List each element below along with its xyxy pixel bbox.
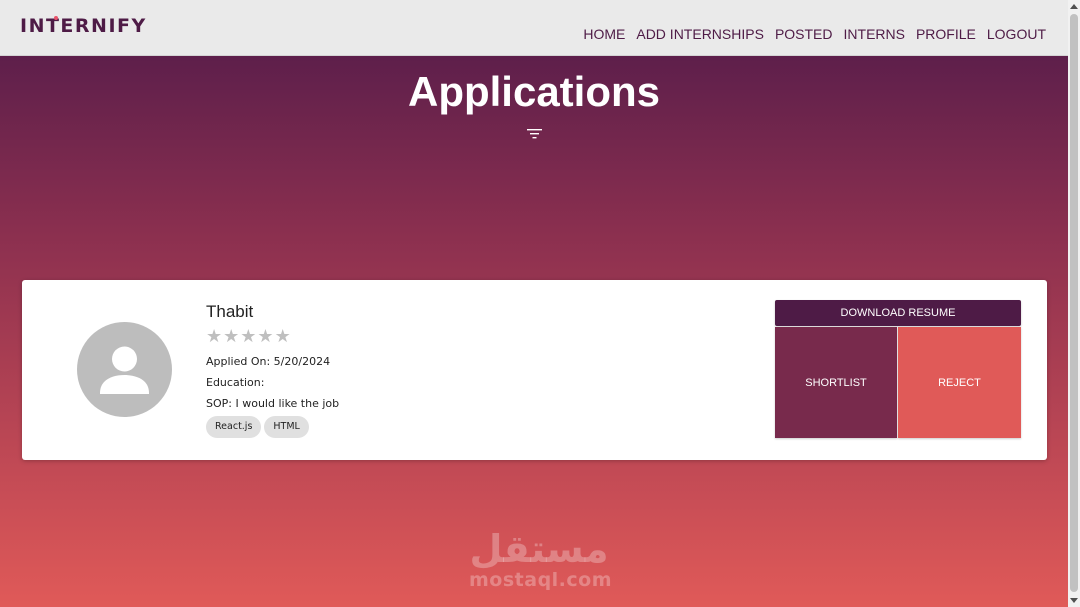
scroll-down-arrow-icon[interactable] xyxy=(1070,598,1078,603)
education: Education: xyxy=(206,376,265,389)
star-icon[interactable]: ★ xyxy=(275,328,291,346)
star-icon[interactable]: ★ xyxy=(223,328,239,346)
watermark-arabic: مستقل xyxy=(469,527,609,571)
applicant-name: Thabit xyxy=(206,302,254,321)
logo[interactable]: INTERNIFY xyxy=(20,15,147,37)
page: INTERNIFY HOME ADD INTERNSHIPS POSTED IN… xyxy=(0,0,1068,607)
sop: SOP: I would like the job xyxy=(206,397,340,410)
logo-accent-dot xyxy=(54,16,58,20)
reject-button[interactable]: REJECT xyxy=(898,327,1021,438)
applied-on: Applied On: 5/20/2024 xyxy=(206,355,331,368)
application-card: Thabit ★ ★ ★ ★ ★ Applied On: 5/20/2024 E… xyxy=(22,280,1047,460)
download-resume-button[interactable]: DOWNLOAD RESUME xyxy=(775,300,1021,326)
shortlist-button[interactable]: SHORTLIST xyxy=(775,327,897,438)
scroll-thumb[interactable] xyxy=(1070,14,1078,592)
nav-home[interactable]: HOME xyxy=(583,26,625,42)
scroll-up-arrow-icon[interactable] xyxy=(1070,4,1078,9)
vertical-scrollbar[interactable] xyxy=(1068,0,1080,607)
person-icon xyxy=(100,346,149,394)
nav-menu: HOME ADD INTERNSHIPS POSTED INTERNS PROF… xyxy=(583,26,1046,42)
skill-chips: React.js HTML xyxy=(206,416,309,438)
navbar: INTERNIFY HOME ADD INTERNSHIPS POSTED IN… xyxy=(0,0,1068,56)
nav-logout[interactable]: LOGOUT xyxy=(987,26,1046,42)
skill-chip: HTML xyxy=(264,416,309,438)
star-icon[interactable]: ★ xyxy=(206,328,222,346)
watermark: مستقل mostaql.com xyxy=(469,527,613,591)
skill-chip: React.js xyxy=(206,416,262,438)
watermark-latin: mostaql.com xyxy=(469,569,613,591)
page-title: Applications xyxy=(407,68,661,115)
nav-profile[interactable]: PROFILE xyxy=(916,26,976,42)
nav-interns[interactable]: INTERNS xyxy=(844,26,905,42)
nav-add-internships[interactable]: ADD INTERNSHIPS xyxy=(636,26,764,42)
star-icon[interactable]: ★ xyxy=(257,328,273,346)
star-icon[interactable]: ★ xyxy=(240,328,256,346)
nav-posted[interactable]: POSTED xyxy=(775,26,833,42)
rating-stars[interactable]: ★ ★ ★ ★ ★ xyxy=(206,328,291,346)
avatar xyxy=(77,322,172,417)
filter-list-icon[interactable] xyxy=(527,128,542,140)
